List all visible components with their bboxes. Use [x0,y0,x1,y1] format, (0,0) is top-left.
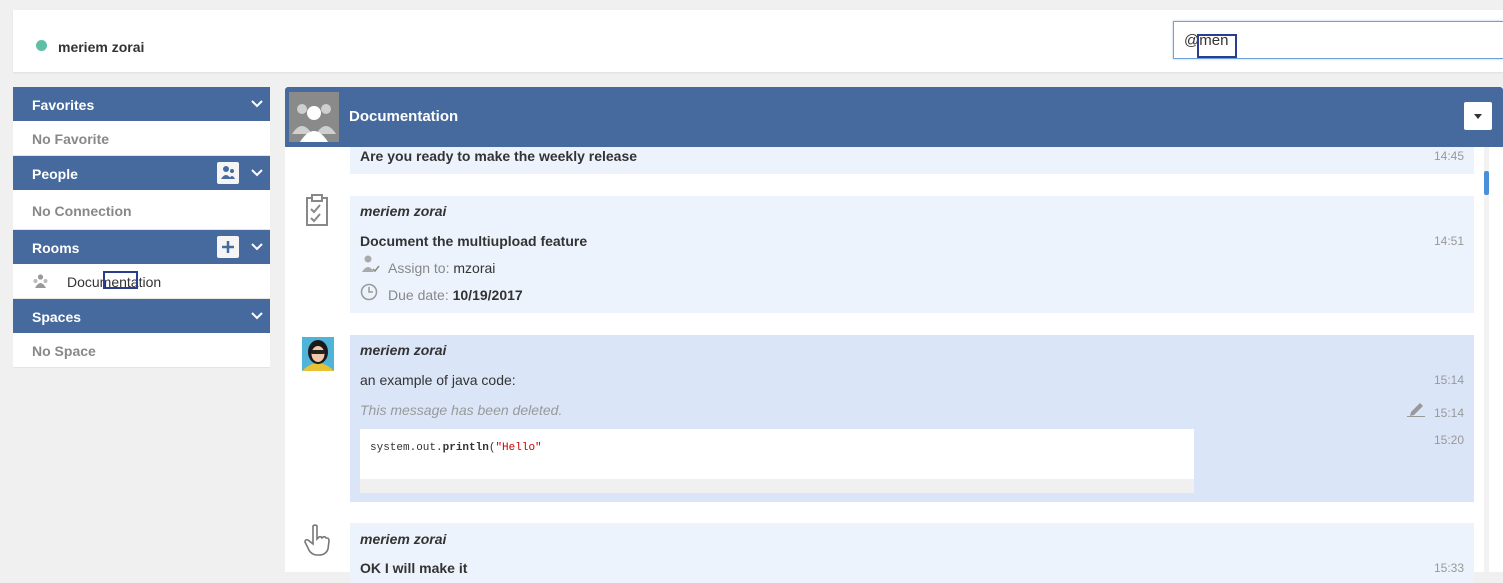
edit-pencil-icon[interactable] [1407,401,1427,417]
assign-user-icon [362,255,380,273]
message-author: meriem zorai [360,531,447,547]
chevron-down-icon[interactable] [250,242,264,252]
chevron-down-icon[interactable] [250,99,264,109]
message-text: Are you ready to make the weekly release [360,148,638,164]
favorites-body: No Favorite [13,121,270,156]
user-avatar[interactable] [302,337,334,371]
hand-pointer-icon [304,524,330,556]
message-text: OK I will make it [360,560,468,576]
message-time: 14:51 [1433,234,1464,248]
people-body: No Connection [13,190,270,230]
message-group[interactable]: meriem zorai an example of java code: 15… [350,335,1474,502]
spaces-body: No Space [13,333,270,368]
code-prefix: system.out. [370,442,443,454]
message-text: an example of java code: [360,372,516,388]
due-value: 10/19/2017 [452,287,523,303]
due-label: Due date: [388,287,449,303]
people-title: People [32,166,78,182]
message-author: meriem zorai [360,342,447,358]
current-user-name[interactable]: meriem zorai [58,39,144,55]
caret-down-icon [1474,114,1482,119]
message-time: 15:14 [1433,406,1464,420]
code-line: system.out.println("Hello" [370,442,542,454]
chat-scrollbar[interactable] [1484,147,1489,572]
plus-icon [222,241,234,253]
sidebar-item-label: Documentation [67,274,162,290]
rooms-title: Rooms [32,240,80,256]
chevron-down-icon[interactable] [250,311,264,321]
task-title: Document the multiupload feature [360,233,588,249]
message-item[interactable]: meriem zorai OK I will make it 15:33 [350,523,1474,583]
due-row: Due date: 10/19/2017 [388,287,523,303]
room-group-avatar [289,92,339,142]
add-contact-button[interactable] [217,162,239,184]
add-contact-icon [221,166,235,179]
message-author: meriem zorai [360,203,447,219]
spaces-empty: No Space [32,343,96,359]
sidebar-item-documentation[interactable]: Documentation [13,264,270,299]
status-indicator [36,40,47,51]
chat-panel: Are you ready to make the weekly release… [285,87,1503,583]
people-empty: No Connection [32,203,132,219]
code-scrollbar[interactable] [360,479,1194,493]
clock-icon [360,283,378,301]
spaces-title: Spaces [32,309,82,325]
search-input[interactable] [1173,21,1503,59]
code-block: system.out.println("Hello" [360,429,1194,493]
code-string: "Hello" [495,442,542,454]
message-time: 14:45 [1433,149,1464,163]
spaces-header[interactable]: Spaces [13,299,270,333]
people-header[interactable]: People [13,156,270,190]
rooms-header[interactable]: Rooms [13,230,270,264]
message-time: 15:33 [1433,561,1464,575]
task-clipboard-icon [306,194,328,226]
scrollbar-thumb[interactable] [1484,171,1489,195]
room-header: Documentation [285,87,1503,147]
room-menu-button[interactable] [1464,102,1492,130]
deleted-message-text: This message has been deleted. [360,402,563,418]
assign-value[interactable]: mzorai [453,260,495,276]
assign-label: Assign to: [388,260,450,276]
room-title: Documentation [349,108,459,125]
message-time: 15:14 [1433,373,1464,387]
sidebar: Favorites No Favorite People No Connecti… [13,87,270,368]
message-time: 15:20 [1433,433,1464,447]
code-method: println [442,442,489,454]
favorites-header[interactable]: Favorites [13,87,270,121]
group-icon [33,274,48,288]
assign-row: Assign to: mzorai [388,260,495,276]
task-message[interactable]: meriem zorai Document the multiupload fe… [350,196,1474,313]
chevron-down-icon[interactable] [250,168,264,178]
add-room-button[interactable] [217,236,239,258]
favorites-title: Favorites [32,97,95,113]
favorites-empty: No Favorite [32,131,110,147]
